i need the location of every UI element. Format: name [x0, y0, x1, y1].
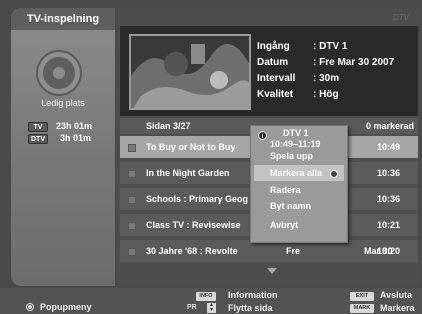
menu-item-mark-all[interactable]: Markera alla — [254, 165, 344, 181]
dtv-badge: DTV — [28, 134, 48, 144]
menu-item-cancel[interactable]: Avbryt — [254, 217, 344, 233]
info-label-date: Datum — [257, 57, 289, 68]
row-time: 10:36 — [376, 168, 400, 178]
info-key: INFO — [196, 292, 216, 301]
storage-pie-center — [53, 67, 65, 79]
menu-item-rename[interactable]: Byt namn — [254, 198, 344, 214]
row-channel: Fre — [286, 246, 301, 256]
info-value-quality: : Hög — [313, 89, 339, 100]
info-label-interval: Intervall — [257, 73, 296, 84]
free-space-label: Ledig plats — [41, 98, 85, 108]
tv-free-time: 23h 01m — [56, 121, 93, 131]
info-label-quality: Kvalitet — [257, 89, 294, 100]
menu-item-label: Markera alla — [270, 168, 323, 178]
exit-key: EXIT — [350, 292, 374, 301]
page-move-hint: Flytta sida — [228, 303, 273, 313]
left-panel — [11, 8, 115, 286]
info-value-input: : DTV 1 — [313, 41, 348, 52]
info-value-date: : Fre Mar 30 2007 — [313, 57, 395, 68]
pr-key: PR — [187, 304, 197, 311]
row-time: 10:20 — [376, 246, 400, 256]
popup-channel: DTV 1 — [283, 128, 309, 138]
popup-menu-hint: Popupmeny — [40, 302, 92, 312]
up-down-icon: ▴ ▾ — [207, 302, 216, 313]
row-title: 30 Jahre '68 : Revolte — [146, 246, 238, 256]
row-checkbox[interactable] — [128, 144, 136, 152]
recording-row[interactable]: 30 Jahre '68 : Revolte Fre Mar 30 10:20 — [120, 240, 418, 262]
row-checkbox[interactable] — [128, 248, 136, 256]
dtv-free-time: 3h 01m — [60, 133, 92, 143]
ok-button-icon — [26, 303, 34, 311]
info-label-input: Ingång — [257, 41, 290, 52]
row-checkbox[interactable] — [128, 170, 136, 178]
mark-key: MARK — [350, 304, 374, 313]
menu-item-play[interactable]: Spela upp — [254, 148, 344, 164]
row-time: 10:21 — [376, 220, 400, 230]
info-icon: i — [258, 131, 267, 140]
mark-hint: Markera — [380, 303, 415, 313]
tv-badge: TV — [28, 122, 48, 132]
row-title: Class TV : Revisewise — [146, 220, 241, 230]
row-title: To Buy or Not to Buy — [146, 142, 236, 152]
preview-thumbnail — [129, 34, 251, 110]
row-checkbox[interactable] — [128, 196, 136, 204]
row-title: In the Night Garden — [146, 168, 230, 178]
scroll-down-arrow-icon[interactable] — [267, 268, 277, 274]
marked-count: 0 markerad — [365, 121, 414, 131]
dtv-logo: DTV — [393, 13, 409, 22]
row-checkbox[interactable] — [128, 222, 136, 230]
menu-item-delete[interactable]: Radera — [254, 182, 344, 198]
row-title: Schools : Primary Geog — [146, 194, 249, 204]
info-hint: Information — [228, 290, 278, 300]
row-time: 10:36 — [376, 194, 400, 204]
page-indicator: Sidan 3/27 — [146, 121, 191, 131]
panel-title: TV-inspelning — [11, 8, 115, 30]
info-value-interval: : 30m — [313, 73, 340, 84]
row-time: 10:49 — [376, 142, 400, 152]
radio-dot-icon — [330, 170, 338, 178]
exit-hint: Avsluta — [380, 290, 413, 300]
